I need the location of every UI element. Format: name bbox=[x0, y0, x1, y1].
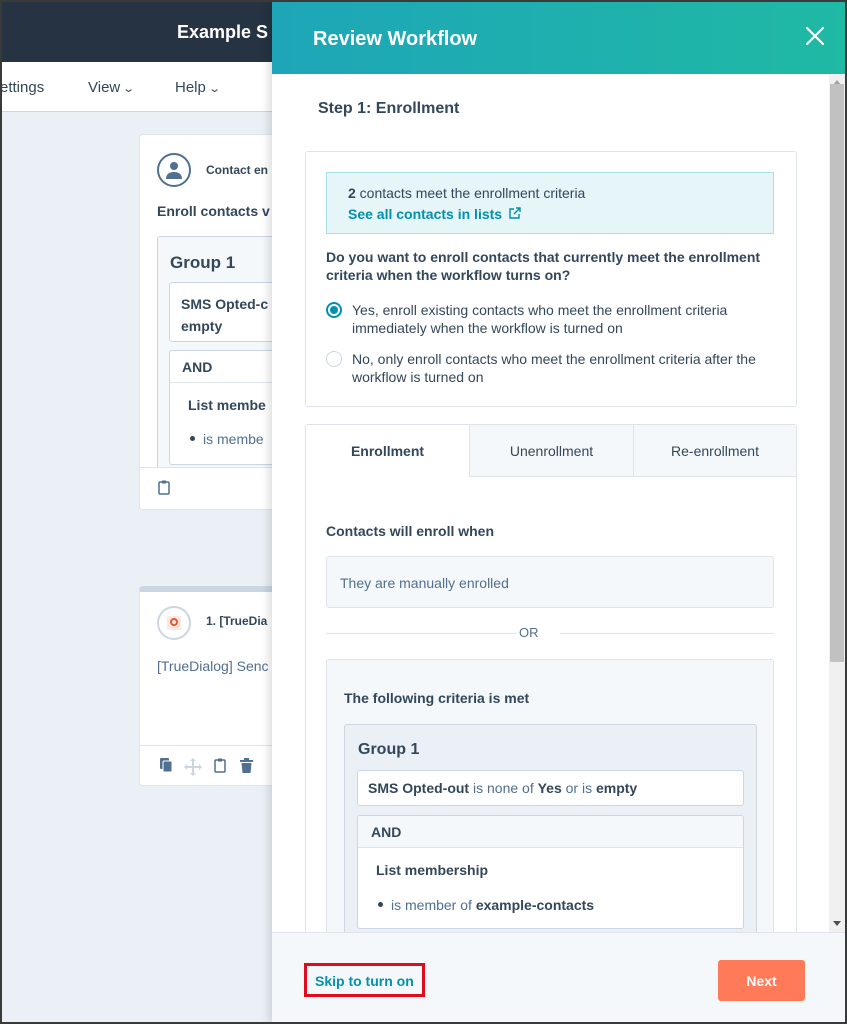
criteria-title: The following criteria is met bbox=[344, 690, 530, 706]
enrollment-count-banner: 2 contacts meet the enrollment criteria … bbox=[326, 172, 774, 234]
close-icon bbox=[805, 26, 825, 46]
enroll-existing-section: 2 contacts meet the enrollment criteria … bbox=[305, 151, 797, 407]
manual-enroll-trigger: They are manually enrolled bbox=[326, 556, 774, 608]
radio-label: No, only enroll contacts who meet the en… bbox=[352, 351, 756, 385]
clipboard-icon[interactable] bbox=[158, 480, 170, 498]
manual-enroll-text: They are manually enrolled bbox=[340, 575, 509, 591]
criteria-box: The following criteria is met Group 1 SM… bbox=[326, 659, 774, 932]
menu-help-label: Help bbox=[175, 79, 206, 96]
trash-icon[interactable] bbox=[240, 758, 253, 776]
workflow-title: Example S bbox=[177, 22, 269, 42]
enrollment-tabs-section: Enrollment Unenrollment Re-enrollment Co… bbox=[305, 424, 797, 932]
menu-view-label: View bbox=[88, 79, 121, 96]
enrollment-count-text: 2 contacts meet the enrollment criteria bbox=[348, 185, 586, 201]
tab-unenrollment[interactable]: Unenrollment bbox=[469, 425, 633, 477]
menu-view[interactable]: View ⌄ bbox=[88, 79, 136, 96]
copy-icon[interactable] bbox=[160, 758, 173, 776]
divider bbox=[326, 633, 516, 634]
panel-body: Step 1: Enrollment 2 contacts meet the e… bbox=[272, 74, 845, 932]
tab-re-enrollment[interactable]: Re-enrollment bbox=[633, 425, 796, 477]
group-title: Group 1 bbox=[170, 253, 236, 272]
menu-settings-label: ettings bbox=[2, 79, 45, 96]
panel-footer: Skip to turn on Next bbox=[272, 932, 845, 1022]
sms-opted-out-filter: SMS Opted-out is none of Yes or is empty bbox=[357, 770, 744, 806]
radio-button-checked[interactable] bbox=[326, 302, 342, 318]
card-body: [TrueDialog] Senc bbox=[157, 658, 269, 674]
group-panel: Group 1 SMS Opted-out is none of Yes or … bbox=[344, 724, 757, 932]
radio-option-yes[interactable]: Yes, enroll existing contacts who meet t… bbox=[326, 301, 786, 337]
move-icon[interactable] bbox=[184, 758, 202, 779]
filter-text-line2: empty bbox=[181, 318, 223, 334]
list-membership-item: is member of example-contacts bbox=[378, 897, 594, 913]
truedialog-logo-icon bbox=[157, 606, 191, 640]
external-link-icon bbox=[509, 207, 521, 219]
panel-scrollbar[interactable] bbox=[829, 74, 845, 932]
chevron-down-icon: ⌄ bbox=[208, 83, 221, 95]
group-title: Group 1 bbox=[358, 741, 420, 758]
scrollbar-thumb[interactable] bbox=[830, 84, 844, 662]
list-membership-title: List membership bbox=[376, 862, 489, 878]
menu-settings[interactable]: ettings bbox=[2, 79, 44, 96]
radio-label: Yes, enroll existing contacts who meet t… bbox=[352, 302, 728, 336]
card-title: Contact en bbox=[206, 163, 269, 177]
or-separator: OR bbox=[519, 625, 539, 640]
card-subtitle: Enroll contacts v bbox=[157, 203, 270, 219]
and-filter-box: AND List membership is member of example… bbox=[357, 815, 744, 929]
enroll-existing-question: Do you want to enroll contacts that curr… bbox=[326, 249, 761, 283]
next-button[interactable]: Next bbox=[718, 960, 805, 1001]
scroll-down-arrow-icon[interactable] bbox=[833, 921, 841, 926]
list-item: is membe bbox=[190, 431, 264, 447]
see-all-contacts-link[interactable]: See all contacts in lists bbox=[348, 206, 521, 222]
step-title: Step 1: Enrollment bbox=[318, 100, 460, 117]
app-window: Example S ettings View ⌄ Help ⌄ Contact en… bbox=[2, 2, 845, 1022]
and-label: AND bbox=[358, 816, 743, 848]
skip-to-turn-on-link[interactable]: Skip to turn on bbox=[304, 963, 425, 997]
close-button[interactable] bbox=[803, 24, 827, 48]
clipboard-icon[interactable] bbox=[214, 758, 226, 776]
radio-option-no[interactable]: No, only enroll contacts who meet the en… bbox=[326, 350, 786, 386]
panel-title: Review Workflow bbox=[313, 28, 478, 50]
chevron-down-icon: ⌄ bbox=[122, 83, 136, 95]
enroll-when-label: Contacts will enroll when bbox=[326, 523, 495, 539]
list-title: List membe bbox=[188, 397, 266, 413]
radio-button-unchecked[interactable] bbox=[326, 351, 342, 367]
filter-text-line1: SMS Opted-c bbox=[181, 296, 269, 312]
tab-enrollment[interactable]: Enrollment bbox=[306, 425, 469, 477]
divider bbox=[560, 633, 774, 634]
card-title: 1. [TrueDia bbox=[206, 614, 268, 628]
review-workflow-panel: Review Workflow Step 1: Enrollment 2 con… bbox=[272, 2, 845, 1022]
menu-help[interactable]: Help ⌄ bbox=[175, 79, 221, 96]
contact-icon bbox=[157, 153, 191, 187]
panel-header: Review Workflow bbox=[272, 2, 845, 74]
